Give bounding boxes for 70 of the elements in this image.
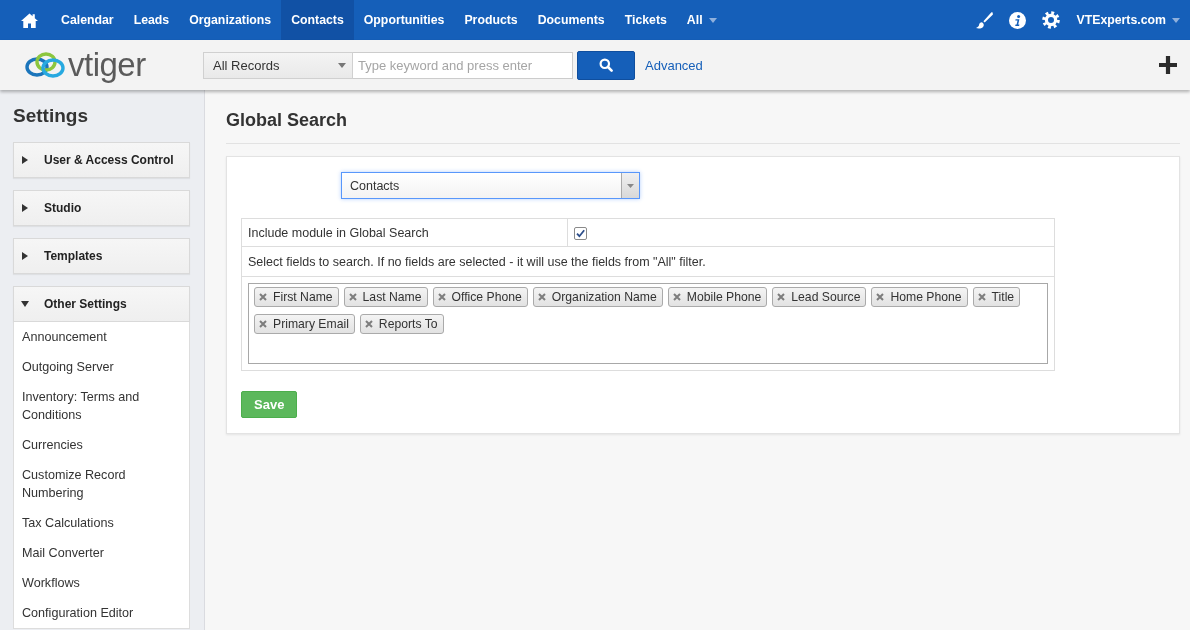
remove-icon[interactable] (537, 293, 546, 301)
sidebar-link[interactable]: Mail Converter (14, 538, 189, 568)
table-cell: Include module in Global Search (241, 218, 568, 247)
field-tag[interactable]: First Name (254, 287, 339, 307)
paintbrush-icon[interactable] (976, 11, 994, 29)
nav-tab[interactable]: Products (454, 0, 528, 40)
remove-icon[interactable] (672, 293, 681, 301)
field-tag[interactable]: Organization Name (532, 287, 663, 307)
nav-tab[interactable]: Opportunities (353, 0, 455, 40)
section-header[interactable]: User & Access Control (13, 142, 190, 178)
field-tag[interactable]: Primary Email (254, 314, 355, 334)
home-icon[interactable] (21, 12, 38, 28)
info-icon[interactable] (1009, 11, 1027, 29)
logo-wordmark[interactable]: vtiger (68, 47, 146, 83)
field-tag[interactable]: Mobile Phone (667, 287, 768, 307)
table-cell: Select fields to search. If no fields are selected - it will use the fields from "All" filter. (241, 246, 1055, 277)
caret-icon (21, 301, 29, 307)
remove-icon[interactable] (364, 320, 373, 328)
caret-icon (22, 252, 28, 260)
caret-icon (22, 156, 28, 164)
nav-tab[interactable]: All (676, 0, 727, 40)
caret-icon (338, 62, 346, 68)
section-header[interactable]: Templates (13, 238, 190, 274)
remove-icon[interactable] (259, 293, 267, 301)
user-menu[interactable]: VTExperts.com (1076, 13, 1180, 27)
sidebar-link[interactable]: Outgoing Server (14, 352, 189, 382)
section-header[interactable]: Other Settings (13, 286, 190, 322)
sidebar-link[interactable]: Customize Record Numbering (14, 460, 189, 508)
field-tag[interactable]: Office Phone (432, 287, 528, 307)
sidebar-link[interactable]: Currencies (14, 430, 189, 460)
sidebar-link[interactable]: Inventory: Terms and Conditions (14, 382, 189, 430)
add-icon[interactable] (1159, 56, 1177, 74)
remove-icon[interactable] (876, 293, 885, 301)
section-header[interactable]: Studio (13, 190, 190, 226)
field-tag[interactable]: Title (972, 287, 1021, 307)
rings-logo-icon[interactable] (24, 51, 66, 79)
nav-tab[interactable]: Documents (527, 0, 615, 40)
caret-icon (22, 204, 28, 212)
settings-icon[interactable] (1042, 11, 1061, 29)
sidebar-link[interactable]: Announcement (14, 322, 189, 352)
sidebar-link[interactable]: Tax Calculations (14, 508, 189, 538)
search-icon (599, 58, 613, 72)
caret-icon (1172, 17, 1180, 23)
nav-tab[interactable]: Calendar (51, 0, 124, 40)
nav-tab[interactable]: Leads (123, 0, 180, 40)
search-field[interactable]: Type keyword and press enter (353, 51, 573, 79)
page-title: Global Search (226, 109, 348, 132)
remove-icon[interactable] (437, 293, 446, 301)
advanced-search-link[interactable]: Advanced (645, 57, 703, 73)
field-tag[interactable]: Reports To (359, 314, 444, 334)
nav-tab[interactable]: Organizations (179, 0, 282, 40)
sidebar-title: Settings (13, 104, 88, 128)
nav-tab[interactable]: Tickets (614, 0, 677, 40)
scope-select[interactable]: All Records (203, 51, 353, 79)
field-tag[interactable]: Last Name (343, 287, 428, 307)
remove-icon[interactable] (348, 293, 357, 301)
nav-tab[interactable]: Contacts (281, 0, 354, 40)
field-tag[interactable]: Home Phone (871, 287, 968, 307)
field-tag[interactable]: Lead Source (772, 287, 867, 307)
sidebar-link[interactable]: Workflows (14, 568, 189, 598)
sidebar-link[interactable]: Configuration Editor (14, 598, 189, 628)
remove-icon[interactable] (259, 320, 267, 328)
caret-icon (627, 183, 634, 188)
fields-multiselect[interactable]: First Name Last Name Office Phone Organization Name Mobile Phone Lead Source Home Phone Title Primary Email Reports To (248, 283, 1048, 364)
remove-icon[interactable] (977, 293, 986, 301)
caret-icon (708, 17, 717, 23)
search-button[interactable] (577, 50, 635, 80)
module-select[interactable]: Contacts (341, 172, 640, 199)
remove-icon[interactable] (777, 293, 786, 301)
checkbox[interactable] (574, 227, 587, 240)
